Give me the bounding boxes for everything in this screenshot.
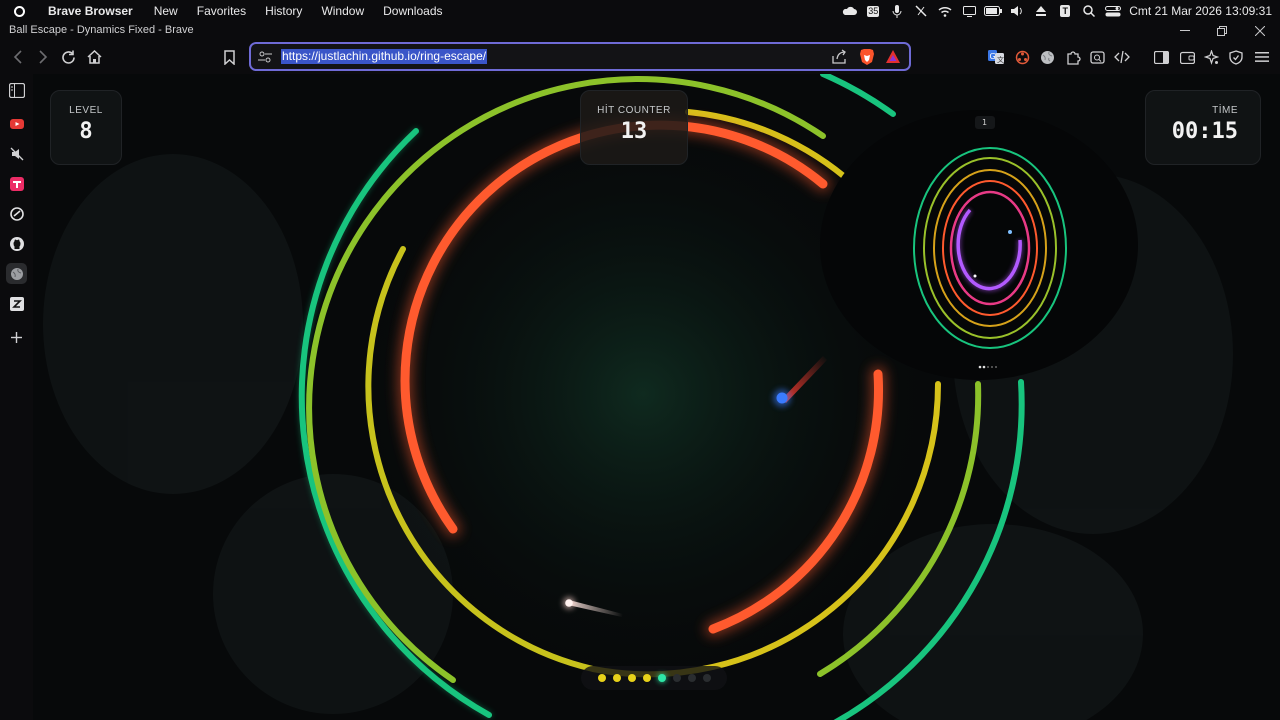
app-menu-name[interactable]: Brave Browser: [48, 4, 133, 18]
level-card: LEVEL 8: [50, 90, 122, 165]
system-logo-icon[interactable]: [0, 5, 38, 17]
sidebar-muted-app-icon[interactable]: [6, 143, 27, 164]
game-canvas[interactable]: LEVEL 8 HİT COUNTER 13 TİME 00:15 1: [33, 74, 1280, 720]
sidebar-panel-icon[interactable]: [6, 80, 27, 101]
control-center-icon[interactable]: [1101, 0, 1125, 22]
progress-dot-done: [597, 674, 606, 682]
home-icon[interactable]: [82, 45, 106, 69]
spotlight-search-icon[interactable]: [1077, 0, 1101, 22]
microphone-icon[interactable]: [885, 0, 909, 22]
level-progress-dots: [581, 666, 727, 690]
extensions-puzzle-icon[interactable]: [1061, 45, 1085, 69]
brave-rewards-icon[interactable]: [885, 49, 901, 65]
wifi-icon[interactable]: [933, 0, 957, 22]
text-input-icon[interactable]: T: [1053, 0, 1077, 22]
time-label: TİME: [1212, 105, 1238, 116]
leo-ai-icon[interactable]: [1199, 45, 1223, 69]
sidebar-youtube-icon[interactable]: [6, 113, 27, 134]
preview-page-dots: [978, 365, 997, 369]
preview-ball: [1008, 230, 1012, 234]
hit-counter-label: HİT COUNTER: [597, 105, 671, 116]
window-title: Ball Escape - Dynamics Fixed - Brave: [9, 24, 194, 36]
forward-icon[interactable]: [31, 45, 55, 69]
sidebar-sync-app-icon[interactable]: [6, 203, 27, 224]
menu-downloads[interactable]: Downloads: [383, 4, 442, 18]
level-value: 8: [79, 119, 93, 144]
sidebar-z-app-icon[interactable]: [6, 293, 27, 314]
window-title-row: Ball Escape - Dynamics Fixed - Brave: [0, 22, 1280, 40]
preview-ring-green: [913, 147, 1067, 349]
progress-dot-pending: [687, 674, 696, 682]
menu-new[interactable]: New: [154, 4, 178, 18]
site-settings-icon[interactable]: [257, 49, 273, 65]
preview-ball-2: [973, 274, 977, 278]
next-level-preview: 1: [820, 110, 1138, 380]
browser-sidebar: [0, 74, 33, 720]
svg-text:G: G: [990, 52, 996, 61]
calendar-icon[interactable]: 35: [861, 0, 885, 22]
menubar-clock[interactable]: Cmt 21 Mar 2026 13:09:31: [1129, 4, 1272, 18]
pen-off-icon[interactable]: [909, 0, 933, 22]
globe-icon[interactable]: [1035, 45, 1059, 69]
back-icon[interactable]: [6, 45, 30, 69]
progress-dot-pending: [702, 674, 711, 682]
menu-history[interactable]: History: [265, 4, 302, 18]
extension-network-icon[interactable]: [1010, 45, 1034, 69]
progress-dot-done: [627, 674, 636, 682]
progress-dot-done: [642, 674, 651, 682]
menu-favorites[interactable]: Favorites: [197, 4, 246, 18]
progress-dot-pending: [672, 674, 681, 682]
hit-counter-value: 13: [620, 119, 648, 144]
preview-level-badge: 1: [982, 118, 988, 127]
brave-shields-icon[interactable]: [859, 48, 875, 66]
time-value: 00:15: [1171, 119, 1238, 144]
sidebar-toggle-icon[interactable]: [1149, 45, 1173, 69]
screenshot-icon[interactable]: [1085, 45, 1109, 69]
sidebar-github-icon[interactable]: [6, 233, 27, 254]
url-text[interactable]: https://justlachin.github.io/ring-escape…: [281, 49, 488, 64]
level-label: LEVEL: [69, 105, 103, 116]
svg-text:文: 文: [997, 55, 1004, 64]
progress-dot-done: [612, 674, 621, 682]
status-area: 35 T Cmt 21 Mar 2026 13:09:31: [837, 0, 1280, 22]
vpn-shield-icon[interactable]: [1224, 45, 1248, 69]
bookmark-icon[interactable]: [217, 45, 241, 69]
time-card: TİME 00:15: [1145, 90, 1261, 165]
volume-icon[interactable]: [1005, 0, 1029, 22]
calendar-badge: 35: [867, 5, 880, 17]
restore-icon[interactable]: [1207, 22, 1237, 40]
cloud-icon[interactable]: [837, 0, 861, 22]
reload-icon[interactable]: [56, 45, 80, 69]
address-bar[interactable]: https://justlachin.github.io/ring-escape…: [249, 42, 911, 71]
preview-rings: [913, 116, 1067, 369]
browser-toolbar: https://justlachin.github.io/ring-escape…: [0, 40, 1280, 74]
dev-tools-icon[interactable]: [1110, 45, 1134, 69]
share-icon[interactable]: [831, 49, 847, 65]
sidebar-globe-active-icon[interactable]: [6, 263, 27, 284]
display-icon[interactable]: [957, 0, 981, 22]
wallet-icon[interactable]: [1175, 45, 1199, 69]
minimize-icon[interactable]: [1170, 22, 1200, 40]
progress-dot-current: [657, 674, 666, 682]
battery-icon[interactable]: [981, 0, 1005, 22]
main-menu-icon[interactable]: [1250, 45, 1274, 69]
input-badge: T: [1060, 5, 1070, 17]
hit-counter-card: HİT COUNTER 13: [580, 90, 688, 165]
sidebar-red-app-icon[interactable]: [6, 173, 27, 194]
sidebar-add-icon[interactable]: [6, 327, 27, 348]
eject-icon[interactable]: [1029, 0, 1053, 22]
system-menubar: Brave Browser New Favorites History Wind…: [0, 0, 1280, 22]
translate-icon[interactable]: G文: [984, 45, 1008, 69]
close-icon[interactable]: [1245, 22, 1275, 40]
preview-ring-purple: [956, 208, 1022, 291]
menu-window[interactable]: Window: [321, 4, 364, 18]
